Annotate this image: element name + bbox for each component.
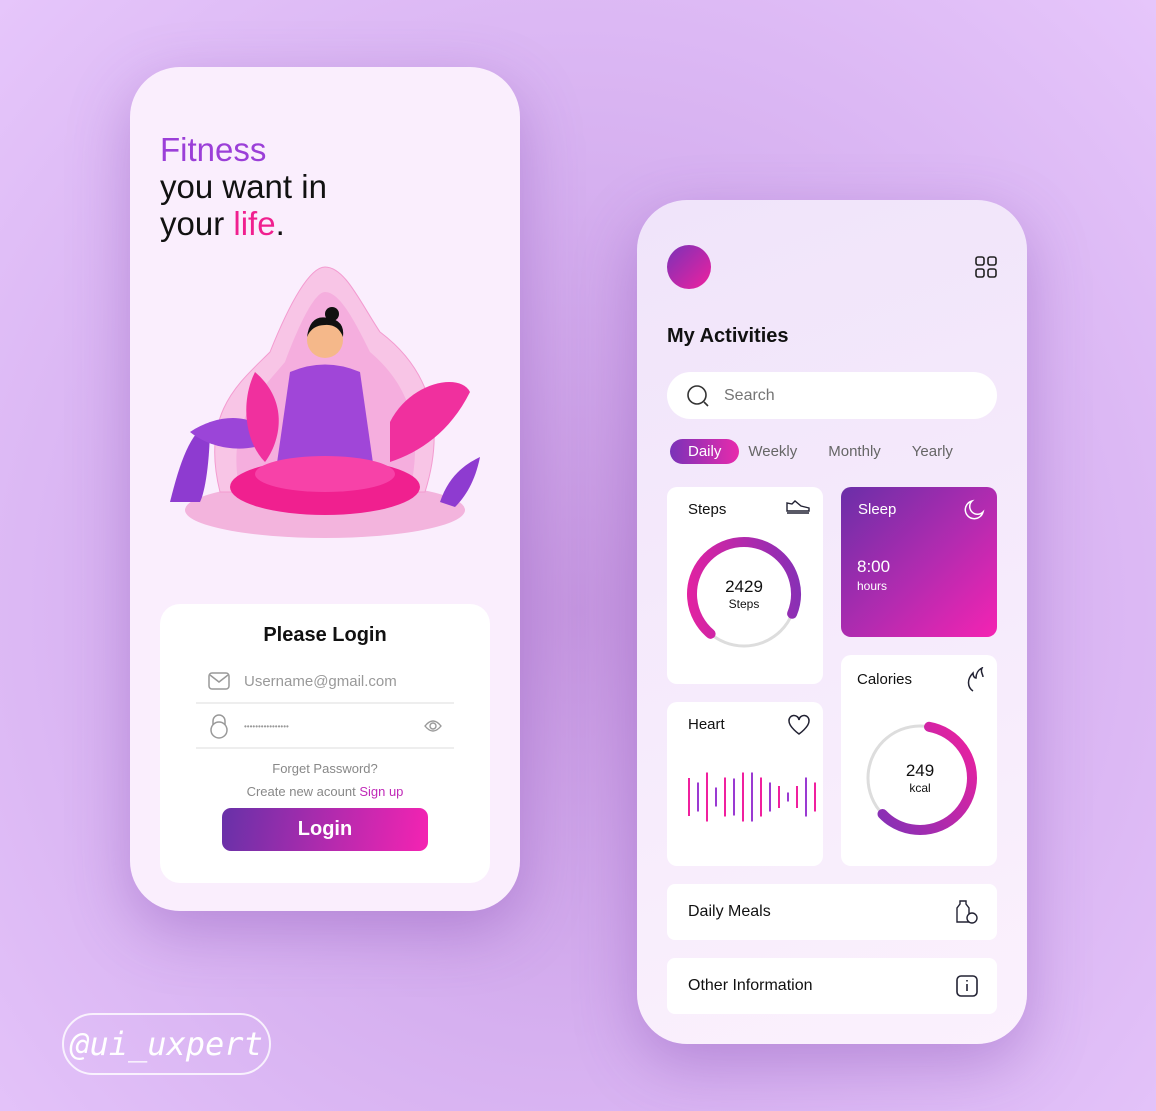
sneaker-icon xyxy=(786,500,810,514)
password-field[interactable]: •••••••••••••••• xyxy=(196,705,454,749)
period-tabs: Daily Weekly Monthly Yearly xyxy=(670,439,971,464)
watermark: @ui_uxpert xyxy=(62,1013,271,1075)
search-input[interactable] xyxy=(724,386,931,405)
sleep-card[interactable]: Sleep 8:00 hours xyxy=(841,487,997,637)
heart-bar xyxy=(751,772,753,822)
tab-weekly[interactable]: Weekly xyxy=(739,439,815,464)
heart-bar xyxy=(706,772,708,822)
info-icon xyxy=(956,975,978,997)
heart-bar xyxy=(814,782,816,812)
heart-bar xyxy=(787,792,789,802)
meal-icon xyxy=(956,900,978,924)
page-title: My Activities xyxy=(667,325,789,347)
create-account-text: Create new acount Sign up xyxy=(246,784,404,799)
heart-rate-bars xyxy=(688,772,816,822)
heart-bar xyxy=(733,778,735,816)
heart-bar xyxy=(715,787,717,807)
login-card: Please Login Username@gmail.com ••••••••… xyxy=(160,604,490,883)
tab-yearly[interactable]: Yearly xyxy=(899,439,971,464)
steps-card[interactable]: Steps 2429 Steps xyxy=(667,487,823,684)
other-information-row[interactable]: Other Information xyxy=(667,958,997,1014)
search-bar[interactable] xyxy=(667,372,997,419)
heart-bar xyxy=(724,777,726,817)
search-icon xyxy=(687,384,709,407)
eye-icon[interactable] xyxy=(424,719,442,733)
heart-bar xyxy=(796,786,798,808)
hero-heading: Fitness you want in your life. xyxy=(160,131,327,242)
username-field[interactable]: Username@gmail.com xyxy=(196,660,454,704)
lock-icon xyxy=(210,714,228,739)
yoga-illustration xyxy=(170,266,480,538)
heart-bar xyxy=(688,778,690,816)
grid-menu-icon[interactable] xyxy=(975,256,997,278)
login-title: Please Login xyxy=(263,624,387,646)
tab-monthly[interactable]: Monthly xyxy=(815,439,899,464)
avatar[interactable] xyxy=(667,245,711,289)
tab-daily[interactable]: Daily xyxy=(670,439,740,464)
forgot-password-link[interactable]: Forget Password? xyxy=(160,761,490,776)
daily-meals-row[interactable]: Daily Meals xyxy=(667,884,997,940)
flame-icon xyxy=(967,667,984,692)
calories-card[interactable]: Calories 249 kcal xyxy=(841,655,997,866)
login-button[interactable]: Login xyxy=(222,808,428,851)
heart-bar xyxy=(778,786,780,808)
moon-icon xyxy=(964,499,985,520)
heart-bar xyxy=(760,777,762,817)
signup-link[interactable]: Sign up xyxy=(359,784,403,799)
heart-bar xyxy=(769,782,771,812)
heart-bar xyxy=(742,772,744,822)
heart-icon xyxy=(788,714,810,735)
mail-icon xyxy=(208,672,230,690)
activities-screen: My Activities Daily Weekly Monthly Yearl… xyxy=(637,200,1027,1044)
login-screen: Fitness you want in your life. Please Lo… xyxy=(130,67,520,911)
heart-bar xyxy=(697,782,699,812)
heart-card[interactable]: Heart xyxy=(667,702,823,866)
heart-bar xyxy=(805,777,807,817)
